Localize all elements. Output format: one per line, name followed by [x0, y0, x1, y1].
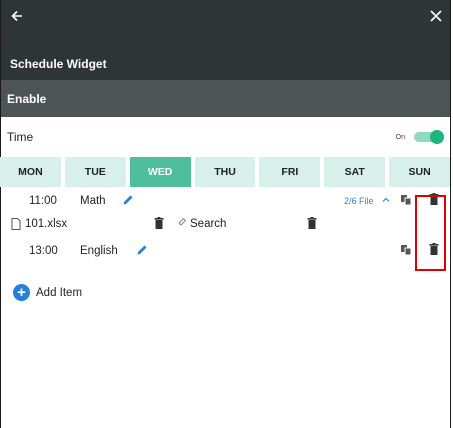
add-icon: + [13, 284, 30, 301]
enable-label: Enable [7, 91, 47, 106]
page-title: Schedule Widget [10, 57, 107, 71]
toggle-state-label: On [395, 133, 405, 141]
schedule-item-english: 13:00 English [1, 239, 450, 279]
tab-sun[interactable]: SUN [389, 157, 451, 187]
attached-file-row: 101.xlsx Search [1, 215, 450, 239]
chevron-up-icon[interactable] [382, 195, 390, 207]
tab-mon[interactable]: MON [0, 157, 61, 187]
day-tabs: MON TUE WED THU FRI SAT SUN [0, 157, 451, 187]
time-row: Time On [1, 117, 450, 157]
copy-icon[interactable] [400, 244, 412, 259]
enable-section-bar: Enable [1, 80, 450, 117]
panel-header: Schedule Widget [1, 0, 450, 80]
tab-fri[interactable]: FRI [259, 157, 321, 187]
item-time: 13:00 [29, 245, 58, 257]
toggle-knob [430, 130, 444, 144]
item-subject: Math [80, 195, 106, 207]
tab-tue[interactable]: TUE [64, 157, 126, 187]
file-count[interactable]: 2/6 File [344, 196, 374, 206]
trash-icon[interactable] [307, 217, 317, 232]
item-time: 11:00 [29, 195, 57, 207]
file-icon [11, 218, 21, 233]
trash-icon[interactable] [154, 217, 164, 232]
add-item-label: Add Item [36, 286, 83, 299]
tab-thu[interactable]: THU [194, 157, 256, 187]
link-icon [177, 217, 187, 232]
file-name[interactable]: 101.xlsx [25, 218, 67, 230]
highlight-box [415, 195, 446, 271]
edit-pencil-icon[interactable] [136, 244, 148, 259]
close-icon[interactable] [426, 6, 446, 26]
add-item-button[interactable]: + Add Item [13, 284, 82, 301]
search-link[interactable]: Search [190, 218, 226, 230]
tab-wed[interactable]: WED [129, 157, 191, 187]
copy-icon[interactable] [400, 194, 412, 209]
schedule-item-math: 11:00 Math 2/6 File [1, 187, 450, 215]
time-label: Time [7, 130, 34, 144]
item-subject: English [80, 245, 118, 257]
tab-sat[interactable]: SAT [324, 157, 386, 187]
back-arrow-icon[interactable] [7, 6, 27, 26]
edit-pencil-icon[interactable] [122, 194, 134, 209]
schedule-widget-panel: Schedule Widget Enable Time On MON TUE W… [0, 0, 451, 428]
time-toggle[interactable] [414, 130, 444, 144]
